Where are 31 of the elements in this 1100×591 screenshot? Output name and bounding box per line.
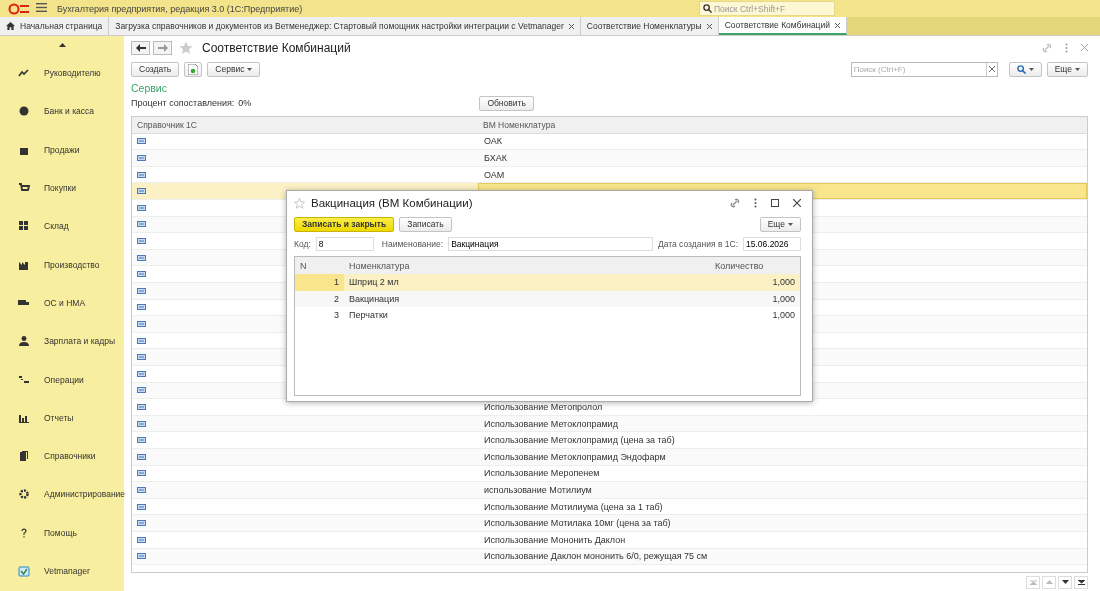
table-cell: Использование Даклон мононить 6/0, режущая 75 см [484,551,708,562]
table-cell: использование Мотилиум [484,484,592,495]
table-cell: Использование Метоклопрамид (цена за таб) [484,435,675,446]
table-cell: БХАК [484,153,507,164]
form-title: Соответствие Комбинаций [202,40,351,55]
row-number: 2 [334,293,339,304]
table-cell: ОАК [484,136,503,147]
name-label: Наименование: [381,238,444,249]
table-cell: Шприц 2 мл [349,277,399,288]
row-number: 1 [334,277,339,288]
row-number: 3 [334,310,339,321]
table-cell: Использование Меропенем [484,468,600,479]
dialog-title: Вакцинация (ВМ Комбинации) [311,197,473,209]
table-cell: 1,000 [772,277,795,288]
percent-label: Процент сопоставления: [131,98,235,109]
table-cell: Использование Мотилиума (цена за 1 таб) [484,501,663,512]
table-cell: ОАМ [484,169,505,180]
table-cell: Использование Мононить Даклон [484,534,626,545]
table-cell: Использование Метопролол [484,401,603,412]
app-title: Бухгалтерия предприятия, редакция 3.0 (1С:Предприятие) [57,3,303,14]
table-cell: Вакцинация [349,293,400,304]
date-label: Дата создания в 1С: [657,238,738,249]
table-cell: 1,000 [772,310,795,321]
table-cell: Использование Мотилака 10мг (цена за таб) [484,518,671,529]
table-cell: Перчатки [349,310,388,321]
group-title: Сервис [131,81,168,96]
code-label: Код: [294,238,311,249]
table-cell: Использование Метоклопрамид [484,418,618,429]
percent-value: 0% [238,98,252,109]
table-cell: Использование Метоклопрамид Эндофарм [484,451,666,462]
table-cell: 1,000 [772,293,795,304]
